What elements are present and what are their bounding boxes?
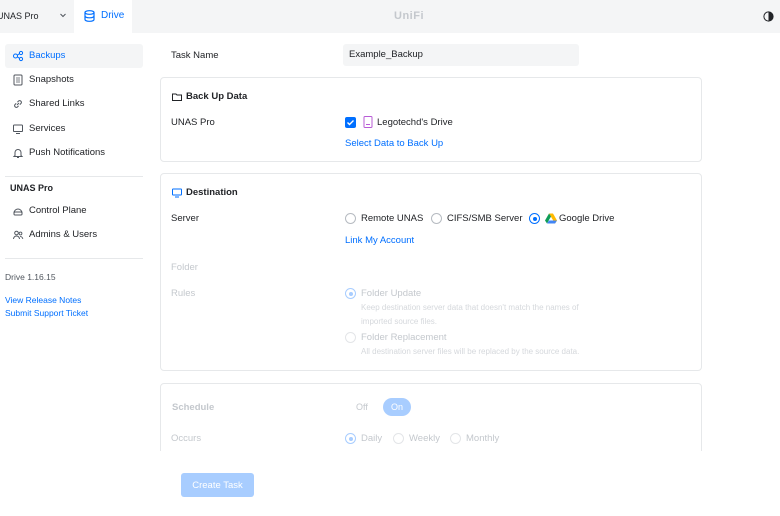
create-task-button[interactable]: Create Task [181, 473, 254, 497]
schedule-on-option[interactable]: On [383, 398, 411, 416]
rule-description: Keep destination server data that doesn'… [361, 303, 579, 326]
sidebar-item-label: Admins & Users [29, 229, 98, 240]
monitor-icon [172, 188, 182, 197]
support-ticket-link[interactable]: Submit Support Ticket [5, 308, 88, 318]
sidebar: Backups Snapshots Shared Links Services … [0, 33, 150, 516]
sidebar-item-admins-users[interactable]: Admins & Users [5, 223, 143, 247]
snapshot-icon [13, 74, 23, 86]
sidebar-section-title: UNAS Pro [10, 183, 54, 193]
backup-form: Task Name Example_Backup Back Up Data UN… [150, 33, 780, 516]
schedule-title: Schedule [172, 402, 215, 413]
sidebar-item-snapshots[interactable]: Snapshots [5, 68, 143, 92]
sidebar-item-label: Shared Links [29, 98, 85, 109]
device-selector[interactable]: UNAS Pro [0, 0, 74, 33]
occurs-label: Occurs [171, 433, 202, 444]
sidebar-item-label: Services [29, 123, 66, 134]
radio-label: Weekly [409, 433, 440, 444]
sidebar-item-shared-links[interactable]: Shared Links [5, 92, 143, 116]
backup-data-card: Back Up Data UNAS Pro Legotechd's Drive … [160, 77, 702, 162]
theme-toggle-icon[interactable] [763, 11, 774, 22]
radio-label: Daily [361, 433, 383, 444]
destination-card: Destination Server Remote UNAS CIFS/SMB … [160, 173, 702, 371]
radio-label: Monthly [466, 433, 500, 444]
source-checkbox[interactable] [345, 117, 356, 128]
database-icon [84, 10, 95, 22]
unifi-logo: UniFi [394, 10, 424, 22]
source-label: UNAS Pro [171, 117, 215, 128]
schedule-off-option[interactable]: Off [356, 402, 368, 412]
release-notes-link[interactable]: View Release Notes [5, 295, 81, 305]
sidebar-item-label: Control Plane [29, 205, 87, 216]
backup-data-title: Back Up Data [172, 91, 247, 102]
link-icon [14, 100, 22, 108]
radio-remote-unas[interactable] [345, 213, 356, 224]
radio-weekly[interactable] [393, 433, 404, 444]
users-icon [13, 230, 24, 240]
app-tab-drive[interactable]: Drive [74, 0, 132, 33]
bell-icon [12, 149, 24, 158]
destination-title: Destination [172, 187, 238, 198]
folder-icon [172, 93, 182, 101]
radio-label: Remote UNAS [361, 213, 424, 224]
source-item-name: Legotechd's Drive [377, 117, 453, 128]
rules-label: Rules [171, 288, 196, 299]
card-title-text: Destination [186, 187, 238, 198]
version-text: Drive 1.16.15 [5, 272, 56, 282]
rule-description: All destination server files will be rep… [361, 347, 580, 356]
sidebar-item-label: Push Notifications [29, 147, 106, 158]
monitor-icon [13, 124, 23, 134]
card-title-text: Back Up Data [186, 91, 248, 102]
radio-daily[interactable] [345, 433, 356, 444]
radio-label: Google Drive [559, 213, 615, 224]
server-label: Server [171, 213, 199, 224]
sidebar-divider [5, 258, 143, 259]
radio-google-drive[interactable] [529, 213, 540, 224]
sidebar-item-label: Backups [29, 50, 66, 61]
radio-label: CIFS/SMB Server [447, 213, 523, 224]
sidebar-item-label: Snapshots [29, 74, 74, 85]
chevron-down-icon [60, 13, 66, 18]
google-drive-icon [545, 213, 557, 224]
radio-folder-update[interactable] [345, 288, 356, 299]
task-name-input[interactable]: Example_Backup [343, 44, 579, 66]
sidebar-item-push-notifications[interactable]: Push Notifications [5, 141, 143, 165]
radio-cifs-smb[interactable] [431, 213, 442, 224]
radio-label: Folder Replacement [361, 332, 447, 343]
radio-monthly[interactable] [450, 433, 461, 444]
radio-folder-replacement[interactable] [345, 332, 356, 343]
link-account-link[interactable]: Link My Account [345, 235, 414, 246]
task-name-label: Task Name [171, 50, 219, 61]
app-tab-label: Drive [101, 10, 125, 21]
backup-icon [13, 50, 24, 62]
sidebar-item-control-plane[interactable]: Control Plane [5, 199, 143, 223]
folder-label: Folder [171, 262, 198, 273]
sidebar-item-backups[interactable]: Backups [5, 44, 143, 68]
top-bar: UNAS Pro Drive UniFi [0, 0, 780, 33]
sidebar-item-services[interactable]: Services [5, 117, 143, 141]
device-name: UNAS Pro [0, 11, 39, 21]
control-plane-icon [13, 208, 23, 216]
drive-icon [363, 116, 373, 128]
sidebar-divider [5, 176, 143, 177]
radio-label: Folder Update [361, 288, 422, 299]
check-icon [347, 120, 354, 126]
select-data-link[interactable]: Select Data to Back Up [345, 138, 443, 149]
